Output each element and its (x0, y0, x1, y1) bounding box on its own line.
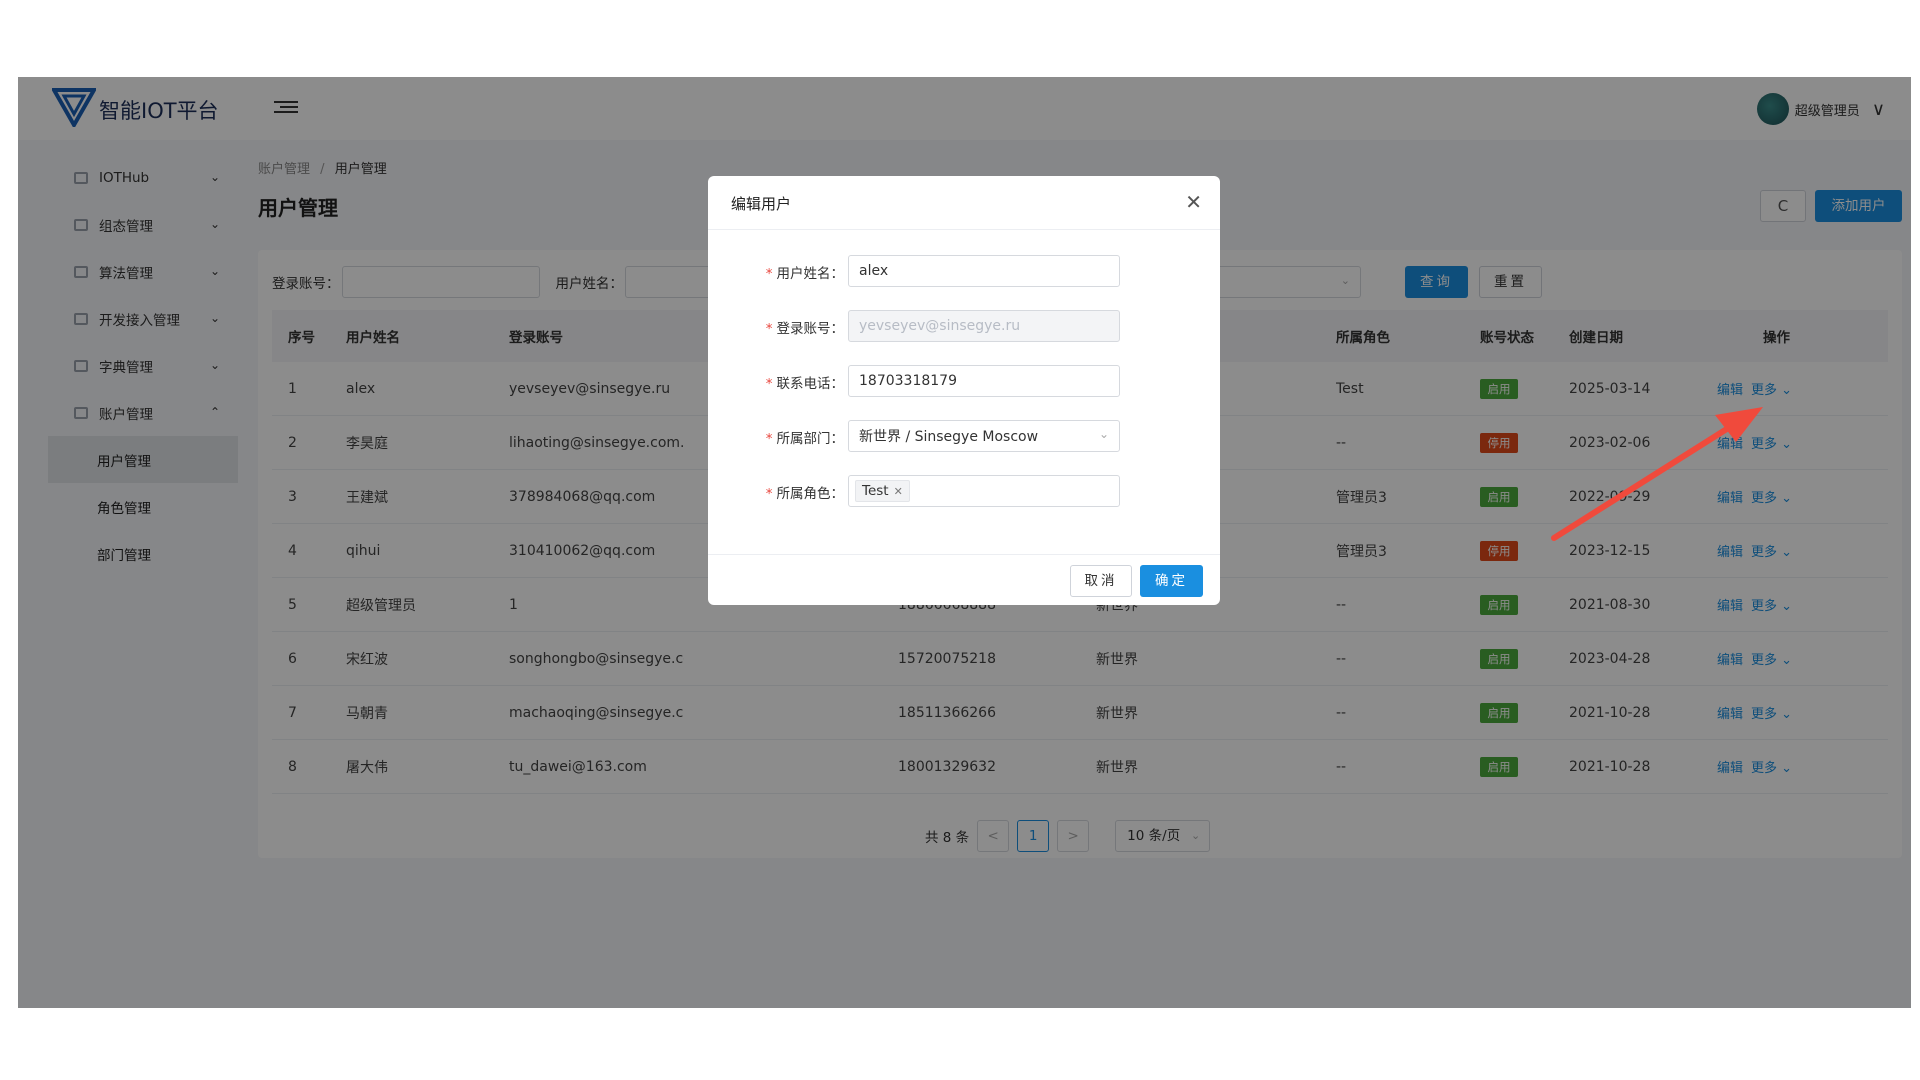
required-mark: * (765, 321, 773, 337)
form-label-text: 用户姓名： (776, 266, 845, 282)
user-name-field[interactable]: alex (848, 255, 1120, 287)
app-window: 智能IOT平台 超级管理员 ∨ IOTHub ⌄ 组态管理 ⌄ 算法管理 ⌄ 开… (18, 77, 1911, 1008)
required-mark: * (765, 376, 773, 392)
form-label-account: * 登录账号： (766, 317, 844, 337)
role-tag: Test ✕ (855, 480, 910, 502)
close-icon[interactable]: ✕ (1185, 190, 1202, 214)
department-select[interactable]: 新世界 / Sinsegye Moscow ⌄ (848, 420, 1120, 452)
remove-tag-icon[interactable]: ✕ (894, 485, 903, 498)
required-mark: * (765, 266, 773, 282)
role-tag-label: Test (862, 483, 889, 499)
required-mark: * (765, 431, 773, 447)
form-label-text: 所属部门： (776, 431, 845, 447)
form-label-text: 登录账号： (776, 321, 845, 337)
form-label-name: * 用户姓名： (766, 262, 844, 282)
modal-header: 编辑用户 ✕ (708, 176, 1220, 230)
form-row-name: * 用户姓名： alex (708, 255, 1220, 287)
form-row-phone: * 联系电话： 18703318179 (708, 365, 1220, 397)
cancel-button[interactable]: 取消 (1070, 565, 1132, 597)
modal-title: 编辑用户 (731, 195, 792, 213)
department-value: 新世界 / Sinsegye Moscow (859, 429, 1039, 445)
chevron-down-icon: ⌄ (1098, 427, 1109, 441)
form-label-text: 联系电话： (776, 376, 845, 392)
phone-field[interactable]: 18703318179 (848, 365, 1120, 397)
login-account-field: yevseyev@sinsegye.ru (848, 310, 1120, 342)
required-mark: * (765, 486, 773, 502)
form-label-phone: * 联系电话： (766, 372, 844, 392)
form-row-account: * 登录账号： yevseyev@sinsegye.ru (708, 310, 1220, 342)
role-multiselect[interactable]: Test ✕ (848, 475, 1120, 507)
form-row-role: * 所属角色： Test ✕ (708, 475, 1220, 507)
form-label-text: 所属角色： (776, 486, 845, 502)
form-label-department: * 所属部门： (766, 427, 844, 447)
form-label-role: * 所属角色： (766, 482, 844, 502)
form-row-department: * 所属部门： 新世界 / Sinsegye Moscow ⌄ (708, 420, 1220, 452)
confirm-button[interactable]: 确定 (1140, 565, 1203, 597)
edit-user-modal: 编辑用户 ✕ * 用户姓名： alex * 登录账号： yevseyev@sinse… (708, 176, 1220, 605)
modal-footer: 取消 确定 (708, 554, 1220, 605)
